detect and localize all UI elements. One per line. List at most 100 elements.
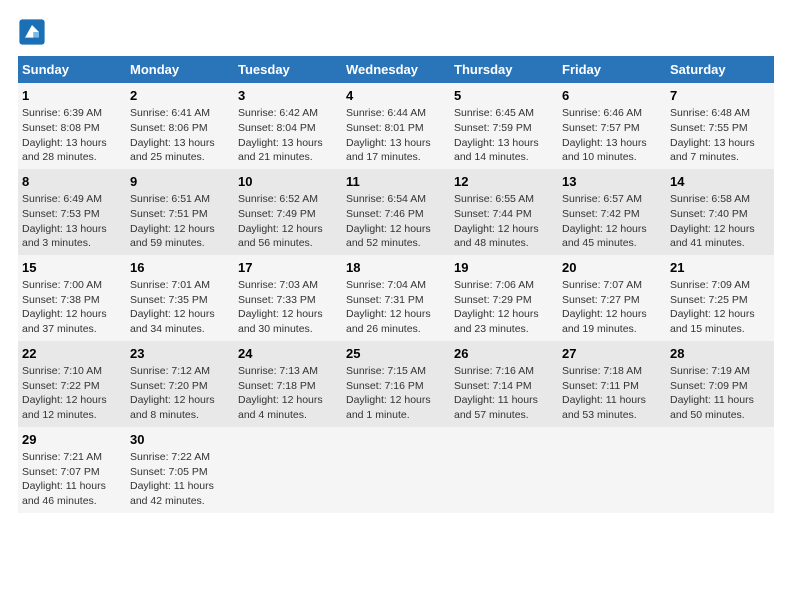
day-cell [234, 427, 342, 513]
logo [18, 18, 50, 46]
day-info: Sunrise: 7:09 AM Sunset: 7:25 PM Dayligh… [670, 278, 770, 337]
day-number: 3 [238, 87, 338, 105]
day-cell: 16Sunrise: 7:01 AM Sunset: 7:35 PM Dayli… [126, 255, 234, 341]
calendar-header: SundayMondayTuesdayWednesdayThursdayFrid… [18, 56, 774, 83]
week-row-2: 8Sunrise: 6:49 AM Sunset: 7:53 PM Daylig… [18, 169, 774, 255]
day-number: 18 [346, 259, 446, 277]
day-cell: 2Sunrise: 6:41 AM Sunset: 8:06 PM Daylig… [126, 83, 234, 169]
calendar-body: 1Sunrise: 6:39 AM Sunset: 8:08 PM Daylig… [18, 83, 774, 513]
day-cell: 22Sunrise: 7:10 AM Sunset: 7:22 PM Dayli… [18, 341, 126, 427]
day-cell: 28Sunrise: 7:19 AM Sunset: 7:09 PM Dayli… [666, 341, 774, 427]
header [18, 18, 774, 46]
day-number: 16 [130, 259, 230, 277]
day-cell: 6Sunrise: 6:46 AM Sunset: 7:57 PM Daylig… [558, 83, 666, 169]
day-info: Sunrise: 7:01 AM Sunset: 7:35 PM Dayligh… [130, 278, 230, 337]
day-cell: 8Sunrise: 6:49 AM Sunset: 7:53 PM Daylig… [18, 169, 126, 255]
day-number: 21 [670, 259, 770, 277]
day-number: 22 [22, 345, 122, 363]
day-number: 1 [22, 87, 122, 105]
day-info: Sunrise: 6:51 AM Sunset: 7:51 PM Dayligh… [130, 192, 230, 251]
day-number: 15 [22, 259, 122, 277]
day-info: Sunrise: 6:46 AM Sunset: 7:57 PM Dayligh… [562, 106, 662, 165]
day-number: 13 [562, 173, 662, 191]
day-cell: 18Sunrise: 7:04 AM Sunset: 7:31 PM Dayli… [342, 255, 450, 341]
day-number: 9 [130, 173, 230, 191]
day-cell: 24Sunrise: 7:13 AM Sunset: 7:18 PM Dayli… [234, 341, 342, 427]
day-number: 30 [130, 431, 230, 449]
week-row-4: 22Sunrise: 7:10 AM Sunset: 7:22 PM Dayli… [18, 341, 774, 427]
day-cell: 4Sunrise: 6:44 AM Sunset: 8:01 PM Daylig… [342, 83, 450, 169]
day-cell: 7Sunrise: 6:48 AM Sunset: 7:55 PM Daylig… [666, 83, 774, 169]
header-row: SundayMondayTuesdayWednesdayThursdayFrid… [18, 56, 774, 83]
day-number: 6 [562, 87, 662, 105]
day-number: 8 [22, 173, 122, 191]
day-cell: 17Sunrise: 7:03 AM Sunset: 7:33 PM Dayli… [234, 255, 342, 341]
day-number: 2 [130, 87, 230, 105]
day-info: Sunrise: 7:22 AM Sunset: 7:05 PM Dayligh… [130, 450, 230, 509]
main-container: SundayMondayTuesdayWednesdayThursdayFrid… [0, 0, 792, 523]
day-number: 26 [454, 345, 554, 363]
day-info: Sunrise: 7:03 AM Sunset: 7:33 PM Dayligh… [238, 278, 338, 337]
day-cell: 30Sunrise: 7:22 AM Sunset: 7:05 PM Dayli… [126, 427, 234, 513]
day-cell: 3Sunrise: 6:42 AM Sunset: 8:04 PM Daylig… [234, 83, 342, 169]
day-number: 29 [22, 431, 122, 449]
day-cell: 1Sunrise: 6:39 AM Sunset: 8:08 PM Daylig… [18, 83, 126, 169]
day-number: 28 [670, 345, 770, 363]
day-info: Sunrise: 6:55 AM Sunset: 7:44 PM Dayligh… [454, 192, 554, 251]
day-cell: 25Sunrise: 7:15 AM Sunset: 7:16 PM Dayli… [342, 341, 450, 427]
day-number: 7 [670, 87, 770, 105]
day-info: Sunrise: 7:13 AM Sunset: 7:18 PM Dayligh… [238, 364, 338, 423]
day-info: Sunrise: 6:54 AM Sunset: 7:46 PM Dayligh… [346, 192, 446, 251]
week-row-5: 29Sunrise: 7:21 AM Sunset: 7:07 PM Dayli… [18, 427, 774, 513]
day-info: Sunrise: 6:49 AM Sunset: 7:53 PM Dayligh… [22, 192, 122, 251]
day-info: Sunrise: 6:39 AM Sunset: 8:08 PM Dayligh… [22, 106, 122, 165]
day-cell: 10Sunrise: 6:52 AM Sunset: 7:49 PM Dayli… [234, 169, 342, 255]
day-info: Sunrise: 6:45 AM Sunset: 7:59 PM Dayligh… [454, 106, 554, 165]
week-row-1: 1Sunrise: 6:39 AM Sunset: 8:08 PM Daylig… [18, 83, 774, 169]
day-info: Sunrise: 7:07 AM Sunset: 7:27 PM Dayligh… [562, 278, 662, 337]
day-info: Sunrise: 7:00 AM Sunset: 7:38 PM Dayligh… [22, 278, 122, 337]
day-info: Sunrise: 7:15 AM Sunset: 7:16 PM Dayligh… [346, 364, 446, 423]
day-cell: 29Sunrise: 7:21 AM Sunset: 7:07 PM Dayli… [18, 427, 126, 513]
day-cell: 26Sunrise: 7:16 AM Sunset: 7:14 PM Dayli… [450, 341, 558, 427]
day-number: 11 [346, 173, 446, 191]
day-info: Sunrise: 6:57 AM Sunset: 7:42 PM Dayligh… [562, 192, 662, 251]
header-cell-thursday: Thursday [450, 56, 558, 83]
day-info: Sunrise: 6:58 AM Sunset: 7:40 PM Dayligh… [670, 192, 770, 251]
day-number: 10 [238, 173, 338, 191]
day-number: 27 [562, 345, 662, 363]
day-number: 12 [454, 173, 554, 191]
day-cell: 19Sunrise: 7:06 AM Sunset: 7:29 PM Dayli… [450, 255, 558, 341]
day-number: 25 [346, 345, 446, 363]
day-cell: 12Sunrise: 6:55 AM Sunset: 7:44 PM Dayli… [450, 169, 558, 255]
day-info: Sunrise: 7:06 AM Sunset: 7:29 PM Dayligh… [454, 278, 554, 337]
day-info: Sunrise: 7:16 AM Sunset: 7:14 PM Dayligh… [454, 364, 554, 423]
week-row-3: 15Sunrise: 7:00 AM Sunset: 7:38 PM Dayli… [18, 255, 774, 341]
day-info: Sunrise: 7:12 AM Sunset: 7:20 PM Dayligh… [130, 364, 230, 423]
day-info: Sunrise: 6:44 AM Sunset: 8:01 PM Dayligh… [346, 106, 446, 165]
day-number: 24 [238, 345, 338, 363]
day-number: 5 [454, 87, 554, 105]
day-cell: 23Sunrise: 7:12 AM Sunset: 7:20 PM Dayli… [126, 341, 234, 427]
day-info: Sunrise: 7:10 AM Sunset: 7:22 PM Dayligh… [22, 364, 122, 423]
day-info: Sunrise: 7:18 AM Sunset: 7:11 PM Dayligh… [562, 364, 662, 423]
day-info: Sunrise: 6:52 AM Sunset: 7:49 PM Dayligh… [238, 192, 338, 251]
day-cell [558, 427, 666, 513]
day-cell: 20Sunrise: 7:07 AM Sunset: 7:27 PM Dayli… [558, 255, 666, 341]
day-cell: 11Sunrise: 6:54 AM Sunset: 7:46 PM Dayli… [342, 169, 450, 255]
day-info: Sunrise: 6:42 AM Sunset: 8:04 PM Dayligh… [238, 106, 338, 165]
header-cell-sunday: Sunday [18, 56, 126, 83]
day-cell [666, 427, 774, 513]
header-cell-friday: Friday [558, 56, 666, 83]
day-cell: 21Sunrise: 7:09 AM Sunset: 7:25 PM Dayli… [666, 255, 774, 341]
day-info: Sunrise: 6:48 AM Sunset: 7:55 PM Dayligh… [670, 106, 770, 165]
day-cell: 13Sunrise: 6:57 AM Sunset: 7:42 PM Dayli… [558, 169, 666, 255]
header-cell-wednesday: Wednesday [342, 56, 450, 83]
day-cell: 5Sunrise: 6:45 AM Sunset: 7:59 PM Daylig… [450, 83, 558, 169]
day-number: 19 [454, 259, 554, 277]
header-cell-saturday: Saturday [666, 56, 774, 83]
calendar-table: SundayMondayTuesdayWednesdayThursdayFrid… [18, 56, 774, 513]
day-cell: 27Sunrise: 7:18 AM Sunset: 7:11 PM Dayli… [558, 341, 666, 427]
day-info: Sunrise: 6:41 AM Sunset: 8:06 PM Dayligh… [130, 106, 230, 165]
day-cell: 14Sunrise: 6:58 AM Sunset: 7:40 PM Dayli… [666, 169, 774, 255]
